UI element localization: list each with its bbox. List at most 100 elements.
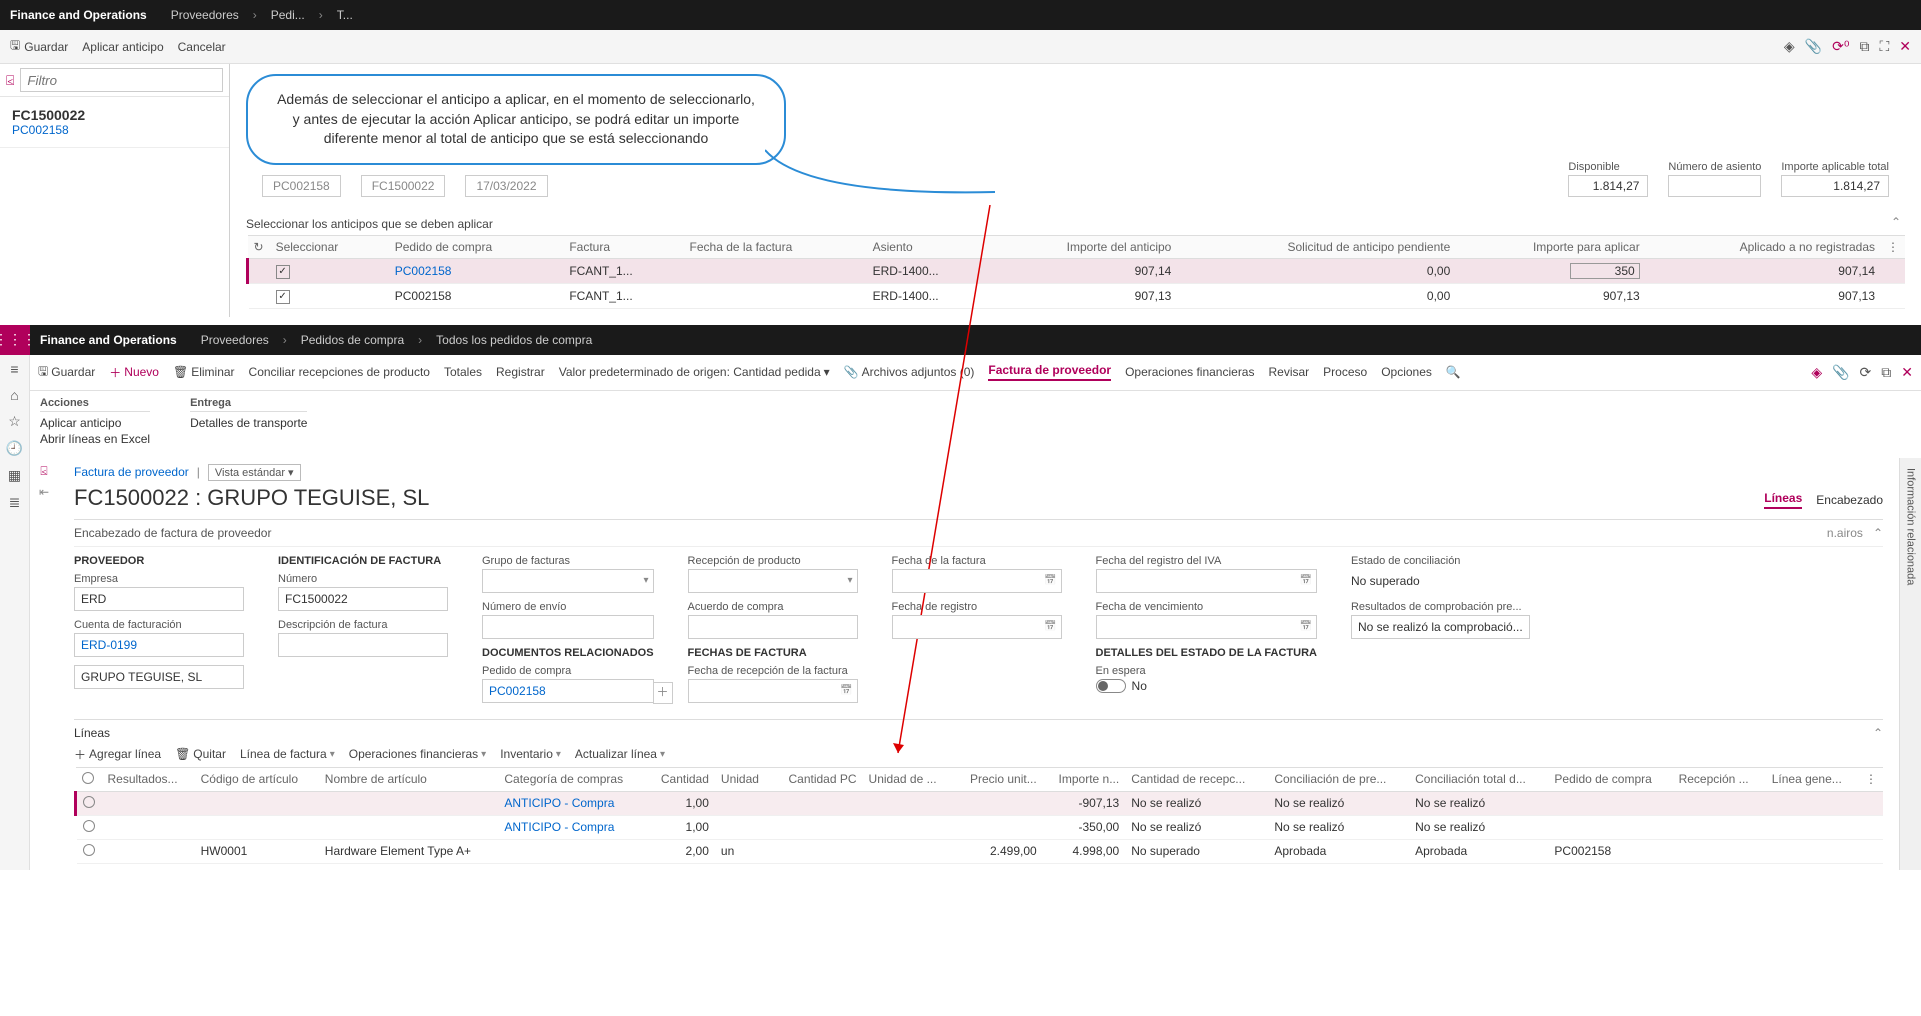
home-icon[interactable]: ⌂ — [10, 387, 18, 403]
menu-icon[interactable]: ≡ — [10, 361, 18, 377]
grupo-field[interactable]: GRUPO TEGUISE, SL — [74, 665, 244, 689]
cell-categoria[interactable]: ANTICIPO - Compra — [498, 791, 646, 815]
breadcrumb-item[interactable]: Pedidos de compra — [297, 333, 408, 347]
venc-field[interactable] — [1096, 615, 1317, 639]
col-aplicar[interactable]: Importe para aplicar — [1456, 235, 1645, 258]
breadcrumb-item[interactable]: Proveedores — [197, 333, 273, 347]
view-dropdown[interactable]: Vista estándar ▾ — [208, 464, 301, 481]
collapse-icon[interactable]: ⇤ — [39, 485, 49, 499]
breadcrumb-item[interactable]: Proveedores — [167, 8, 243, 22]
desc-field[interactable] — [278, 633, 448, 657]
col-recepcion[interactable]: Recepción ... — [1673, 767, 1766, 791]
list-item[interactable]: FC1500022 PC002158 — [0, 97, 229, 148]
lines-expander[interactable]: Líneas ⌃ — [74, 719, 1883, 742]
row-checkbox[interactable]: ✓ — [276, 290, 290, 304]
app-launcher-icon[interactable]: ⋮⋮⋮ — [0, 325, 30, 355]
popout-icon[interactable]: ⧉ — [1859, 38, 1869, 55]
linea-factura-dropdown[interactable]: Línea de factura — [240, 747, 335, 761]
tab-factura-proveedor[interactable]: Factura de proveedor — [988, 363, 1111, 381]
breadcrumb-item[interactable]: Todos los pedidos de compra — [432, 333, 596, 347]
refresh-column-icon[interactable]: ↻ — [254, 240, 264, 254]
col-importe[interactable]: Importe del anticipo — [991, 235, 1177, 258]
conciliar-button[interactable]: Conciliar recepciones de producto — [249, 365, 430, 379]
popout-icon[interactable]: ⧉ — [1881, 364, 1891, 381]
crumb-link[interactable]: Factura de proveedor — [74, 465, 189, 479]
col-asiento[interactable]: Asiento — [867, 235, 992, 258]
col-conc-pre[interactable]: Conciliación de pre... — [1268, 767, 1409, 791]
col-pedido[interactable]: Pedido de compra — [389, 235, 564, 258]
recep-dropdown[interactable] — [688, 569, 858, 593]
star-icon[interactable]: ☆ — [8, 413, 21, 430]
warning-icon[interactable]: ◈ — [1784, 38, 1795, 55]
invoice-header-expander[interactable]: Encabezado de factura de proveedor n.air… — [74, 519, 1883, 547]
tab-opciones[interactable]: Opciones — [1381, 365, 1432, 379]
abrir-excel-link[interactable]: Abrir líneas en Excel — [40, 432, 150, 446]
refresh-icon[interactable]: ⟳⁰ — [1832, 38, 1849, 55]
col-cantidad-pc[interactable]: Cantidad PC — [772, 767, 863, 791]
attachment-icon[interactable]: 📎 — [1805, 38, 1822, 55]
acuerdo-field[interactable] — [688, 615, 858, 639]
col-unidad[interactable]: Unidad — [715, 767, 772, 791]
cell-pedido[interactable]: PC002158 — [389, 283, 564, 308]
new-button[interactable]: ＋Nuevo — [109, 364, 159, 381]
finops-dropdown[interactable]: Operaciones financieras — [349, 747, 486, 761]
col-linea-gene[interactable]: Línea gene... — [1766, 767, 1859, 791]
field-stub[interactable]: FC1500022 — [361, 175, 446, 197]
envio-field[interactable] — [482, 615, 654, 639]
cancel-button[interactable]: Cancelar — [178, 40, 226, 54]
totales-button[interactable]: Totales — [444, 365, 482, 379]
col-resultados[interactable]: Resultados... — [102, 767, 195, 791]
grupo-fact-dropdown[interactable] — [482, 569, 654, 593]
cell-aplicar[interactable]: 350 — [1456, 258, 1645, 283]
info-rail[interactable]: Información relacionada — [1899, 458, 1921, 870]
more-icon[interactable]: ⋮ — [1865, 772, 1877, 786]
asiento-value[interactable] — [1668, 175, 1761, 197]
more-column-icon[interactable]: ⋮ — [1887, 240, 1899, 254]
warning-icon[interactable]: ◈ — [1811, 364, 1822, 381]
field-stub[interactable]: 17/03/2022 — [465, 175, 547, 197]
tab-lineas[interactable]: Líneas — [1764, 491, 1802, 509]
col-unidad-de[interactable]: Unidad de ... — [863, 767, 954, 791]
col-aplicado[interactable]: Aplicado a no registradas — [1646, 235, 1881, 258]
col-factura[interactable]: Factura — [563, 235, 683, 258]
list-icon[interactable]: ≣ — [9, 494, 21, 511]
inventario-dropdown[interactable]: Inventario — [500, 747, 561, 761]
close-icon[interactable]: ✕ — [1899, 38, 1911, 55]
row-radio[interactable] — [83, 820, 95, 832]
field-stub[interactable]: PC002158 — [262, 175, 341, 197]
col-categoria[interactable]: Categoría de compras — [498, 767, 646, 791]
fecha-reg-field[interactable] — [892, 615, 1062, 639]
delete-button[interactable]: 🗑 Eliminar — [173, 365, 235, 379]
col-fecha[interactable]: Fecha de la factura — [684, 235, 867, 258]
tab-encabezado[interactable]: Encabezado — [1816, 493, 1883, 507]
tab-revisar[interactable]: Revisar — [1268, 365, 1309, 379]
aplicar-anticipo-link[interactable]: Aplicar anticipo — [40, 416, 150, 430]
cell-pedido[interactable]: PC002158 — [389, 258, 564, 283]
col-seleccionar[interactable]: Seleccionar — [270, 235, 389, 258]
default-dropdown[interactable]: Valor predeterminado de origen: Cantidad… — [559, 365, 830, 379]
transporte-link[interactable]: Detalles de transporte — [190, 416, 307, 430]
col-pendiente[interactable]: Solicitud de anticipo pendiente — [1177, 235, 1456, 258]
apply-prepayment-button[interactable]: Aplicar anticipo — [82, 40, 163, 54]
select-all-radio[interactable] — [82, 772, 94, 784]
attachments-button[interactable]: 📎 Archivos adjuntos (0) — [844, 365, 975, 379]
col-codigo[interactable]: Código de artículo — [195, 767, 319, 791]
empresa-field[interactable]: ERD — [74, 587, 244, 611]
row-radio[interactable] — [83, 844, 95, 856]
filter-input[interactable] — [20, 68, 223, 92]
fullscreen-icon[interactable]: ⛶ — [1879, 38, 1889, 55]
registrar-button[interactable]: Registrar — [496, 365, 545, 379]
col-precio[interactable]: Precio unit... — [953, 767, 1042, 791]
filter-icon[interactable]: ⍃ — [6, 72, 14, 89]
recep-fecha-field[interactable] — [688, 679, 858, 703]
attachment-icon[interactable]: 📎 — [1832, 364, 1849, 381]
iva-field[interactable] — [1096, 569, 1317, 593]
tab-proceso[interactable]: Proceso — [1323, 365, 1367, 379]
cuenta-field[interactable]: ERD-0199 — [74, 633, 244, 657]
remove-line-button[interactable]: 🗑 Quitar — [175, 747, 226, 761]
numero-field[interactable]: FC1500022 — [278, 587, 448, 611]
breadcrumb-item[interactable]: T... — [333, 8, 357, 22]
col-cant-recepc[interactable]: Cantidad de recepc... — [1125, 767, 1268, 791]
filter-icon[interactable]: ⍃ — [40, 464, 47, 479]
col-cantidad[interactable]: Cantidad — [647, 767, 715, 791]
